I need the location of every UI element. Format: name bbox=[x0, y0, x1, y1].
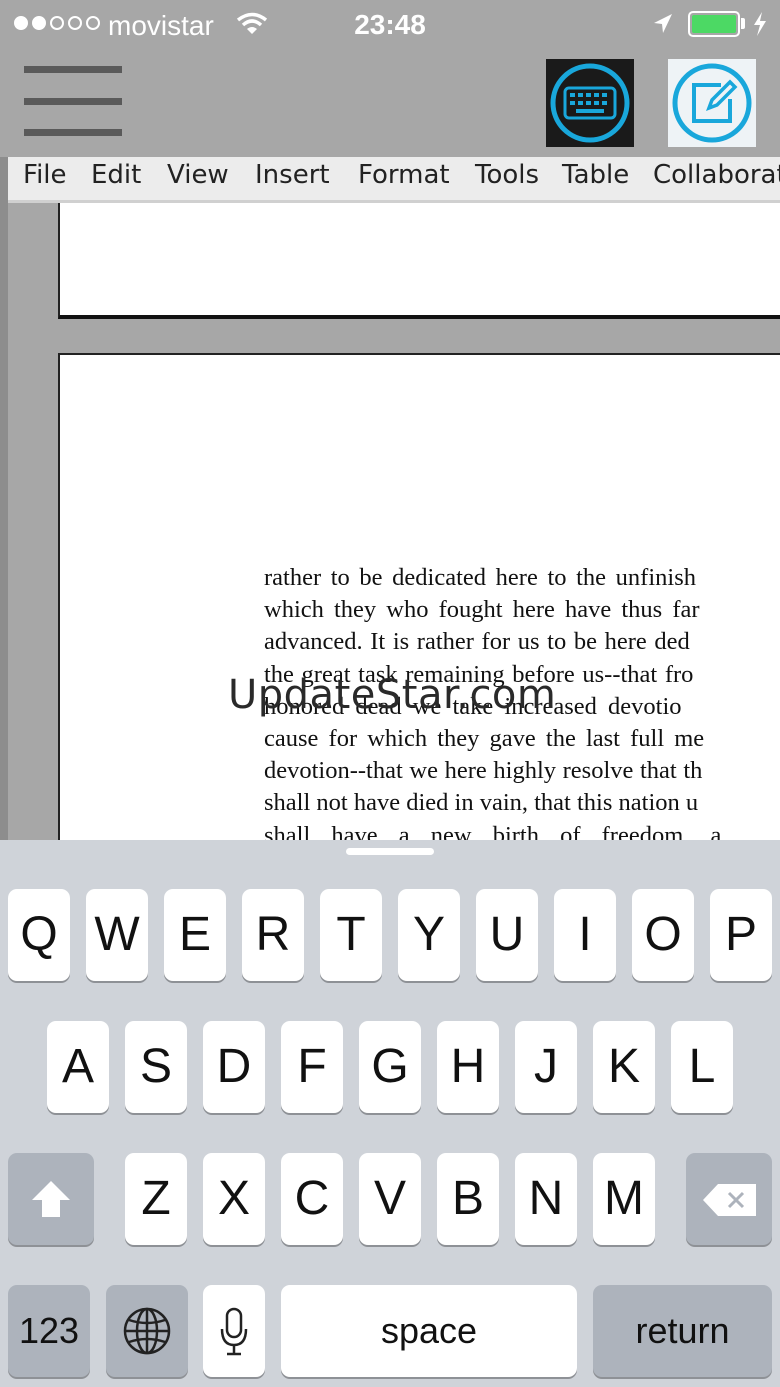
menu-tools[interactable]: Tools bbox=[475, 160, 539, 190]
key-f[interactable]: F bbox=[281, 1021, 343, 1113]
menu-table[interactable]: Table bbox=[562, 160, 629, 190]
document-page[interactable]: rather to be dedicated here to the unfin… bbox=[58, 353, 780, 843]
charging-bolt-icon bbox=[754, 12, 766, 36]
document-scroll-edge bbox=[0, 157, 8, 847]
menu-edit[interactable]: Edit bbox=[91, 160, 141, 190]
shift-key[interactable] bbox=[8, 1153, 94, 1245]
keyboard-icon bbox=[550, 63, 630, 143]
delete-icon bbox=[703, 1184, 756, 1216]
menu-format[interactable]: Format bbox=[358, 160, 450, 190]
key-x[interactable]: X bbox=[203, 1153, 265, 1245]
numbers-key[interactable]: 123 bbox=[8, 1285, 90, 1377]
microphone-icon bbox=[220, 1307, 248, 1356]
key-v[interactable]: V bbox=[359, 1153, 421, 1245]
key-w[interactable]: W bbox=[86, 889, 148, 981]
battery-tip bbox=[741, 18, 745, 29]
key-i[interactable]: I bbox=[554, 889, 616, 981]
delete-key[interactable] bbox=[686, 1153, 772, 1245]
document-viewport[interactable]: rather to be dedicated here to the unfin… bbox=[8, 203, 780, 843]
keyboard-drag-handle[interactable] bbox=[346, 848, 434, 855]
menu-bar: File Edit View Insert Format Tools Table… bbox=[8, 157, 780, 203]
globe-key[interactable] bbox=[106, 1285, 188, 1377]
onscreen-keyboard: Q W E R T Y U I O P A S D F G H J K L Z … bbox=[0, 840, 780, 1387]
key-e[interactable]: E bbox=[164, 889, 226, 981]
return-key[interactable]: return bbox=[593, 1285, 772, 1377]
key-n[interactable]: N bbox=[515, 1153, 577, 1245]
document-line: shall not have died in vain, that this n… bbox=[264, 789, 699, 817]
document-line: cause for which they gave the last full … bbox=[264, 725, 705, 753]
key-m[interactable]: M bbox=[593, 1153, 655, 1245]
key-q[interactable]: Q bbox=[8, 889, 70, 981]
document-line: rather to be dedicated here to the unfin… bbox=[264, 564, 696, 591]
key-g[interactable]: G bbox=[359, 1021, 421, 1113]
key-h[interactable]: H bbox=[437, 1021, 499, 1113]
edit-document-button[interactable] bbox=[668, 59, 756, 147]
document-line: advanced. It is rather for us to be here… bbox=[264, 628, 690, 656]
key-u[interactable]: U bbox=[476, 889, 538, 981]
globe-icon bbox=[123, 1307, 171, 1355]
key-l[interactable]: L bbox=[671, 1021, 733, 1113]
key-s[interactable]: S bbox=[125, 1021, 187, 1113]
space-key[interactable]: space bbox=[281, 1285, 577, 1377]
menu-insert[interactable]: Insert bbox=[255, 160, 330, 190]
key-k[interactable]: K bbox=[593, 1021, 655, 1113]
status-bar: movistar 23:48 bbox=[0, 0, 780, 52]
watermark: UpdateStar.com bbox=[228, 672, 557, 718]
key-b[interactable]: B bbox=[437, 1153, 499, 1245]
location-arrow-icon bbox=[654, 14, 672, 33]
document-line: which they who fought here have thus far bbox=[264, 596, 700, 624]
menu-file[interactable]: File bbox=[23, 160, 67, 190]
key-d[interactable]: D bbox=[203, 1021, 265, 1113]
key-p[interactable]: P bbox=[710, 889, 772, 981]
key-y[interactable]: Y bbox=[398, 889, 460, 981]
menu-view[interactable]: View bbox=[167, 160, 229, 190]
key-a[interactable]: A bbox=[47, 1021, 109, 1113]
key-c[interactable]: C bbox=[281, 1153, 343, 1245]
key-t[interactable]: T bbox=[320, 889, 382, 981]
key-o[interactable]: O bbox=[632, 889, 694, 981]
menu-collaborate[interactable]: Collaborat bbox=[653, 160, 780, 190]
document-page-previous bbox=[58, 203, 780, 319]
key-r[interactable]: R bbox=[242, 889, 304, 981]
dictation-key[interactable] bbox=[203, 1285, 265, 1377]
edit-icon bbox=[672, 63, 752, 143]
hamburger-icon[interactable] bbox=[24, 66, 122, 138]
keyboard-toggle-button[interactable] bbox=[546, 59, 634, 147]
key-z[interactable]: Z bbox=[125, 1153, 187, 1245]
document-line: devotion--that we here highly resolve th… bbox=[264, 757, 703, 785]
key-j[interactable]: J bbox=[515, 1021, 577, 1113]
shift-icon bbox=[32, 1181, 70, 1217]
battery-icon bbox=[688, 11, 740, 37]
